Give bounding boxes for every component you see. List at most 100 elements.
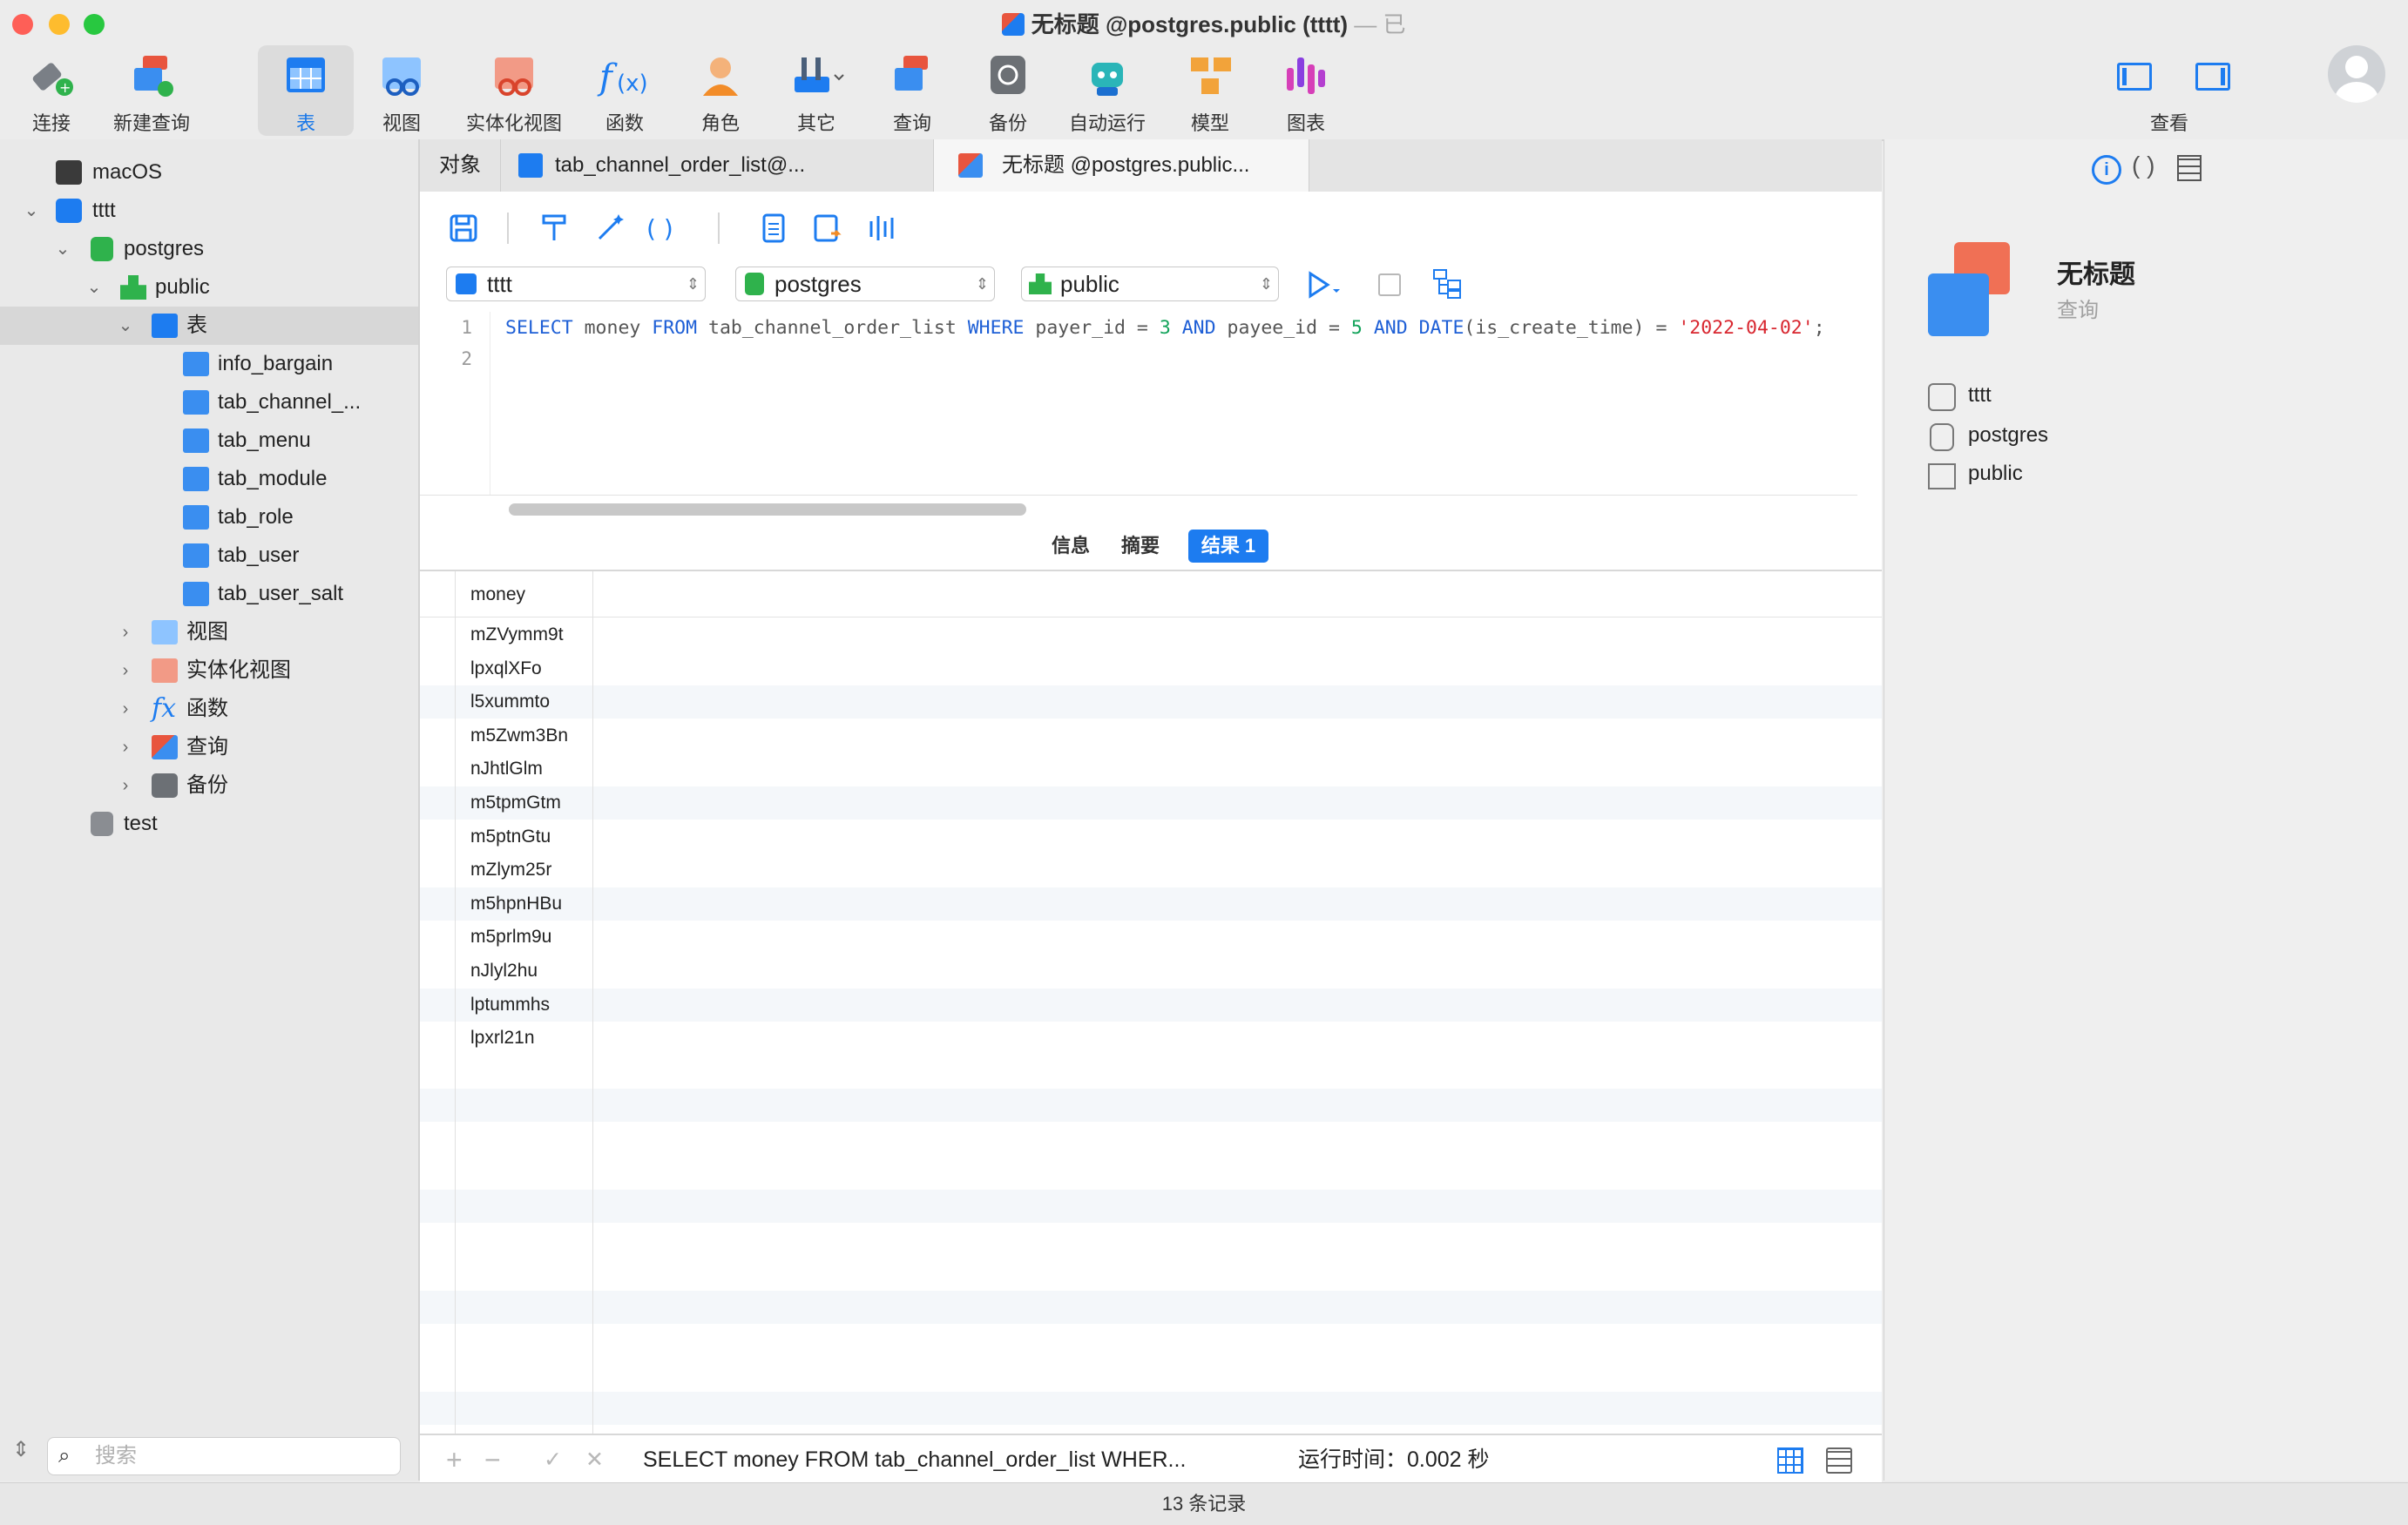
magic-wand-icon[interactable] bbox=[592, 211, 627, 246]
discard-changes-icon[interactable]: ✕ bbox=[585, 1435, 604, 1484]
table-cell-money[interactable]: lpxrl21n bbox=[470, 1022, 535, 1055]
format-brush-icon[interactable] bbox=[537, 211, 572, 246]
table-cell-money[interactable]: m5Zwm3Bn bbox=[470, 719, 568, 752]
stop-query-button[interactable] bbox=[1378, 273, 1401, 296]
table-row[interactable]: mZVymm9t bbox=[420, 618, 1882, 651]
chevron-down-icon[interactable]: ⌄ bbox=[82, 268, 106, 307]
grid-view-icon[interactable] bbox=[1777, 1447, 1803, 1474]
table-row[interactable]: lpxrl21n bbox=[420, 1022, 1882, 1055]
ddl-icon[interactable]: ( ) bbox=[2132, 152, 2154, 179]
table-row[interactable]: m5tpmGtm bbox=[420, 786, 1882, 820]
chevron-right-icon[interactable]: › bbox=[113, 690, 138, 728]
sql-code-editor[interactable]: 1 2 SELECT money FROM tab_channel_order_… bbox=[420, 312, 1857, 496]
toolbar-new-query-button[interactable]: 新建查询 bbox=[103, 45, 200, 136]
tree-item-table[interactable]: tab_user_salt bbox=[0, 575, 418, 613]
tree-item-table[interactable]: info_bargain bbox=[0, 345, 418, 383]
tree-item-test[interactable]: test bbox=[0, 805, 418, 843]
tab-objects[interactable]: 对象 bbox=[420, 139, 501, 192]
table-cell-money[interactable]: lptummhs bbox=[470, 989, 550, 1022]
tab-summary[interactable]: 摘要 bbox=[1117, 530, 1164, 563]
table-cell-money[interactable]: m5tpmGtm bbox=[470, 786, 561, 820]
tree-item-functions[interactable]: › fx 函数 bbox=[0, 690, 418, 728]
toolbar-model-button[interactable]: 模型 bbox=[1162, 45, 1258, 136]
tree-item-table[interactable]: tab_role bbox=[0, 498, 418, 536]
database-select[interactable]: postgres ⇕ bbox=[735, 267, 995, 301]
tree-item-tables[interactable]: ⌄ 表 bbox=[0, 307, 418, 345]
user-avatar[interactable] bbox=[2328, 45, 2385, 103]
table-cell-money[interactable]: mZVymm9t bbox=[470, 618, 564, 651]
tree-item-table[interactable]: tab_menu bbox=[0, 422, 418, 460]
explain-plan-icon[interactable] bbox=[1432, 268, 1464, 300]
table-cell-money[interactable]: l5xummto bbox=[470, 685, 550, 719]
info-icon[interactable]: i bbox=[2092, 155, 2121, 185]
table-row[interactable]: l5xummto bbox=[420, 685, 1882, 719]
tab-result-1[interactable]: 结果 1 bbox=[1188, 530, 1268, 563]
tree-item-tttt[interactable]: ⌄ tttt bbox=[0, 192, 418, 230]
toolbar-materialized-view-button[interactable]: 实体化视图 bbox=[462, 45, 566, 136]
chevron-down-icon[interactable]: ⌄ bbox=[113, 307, 138, 345]
filter-toggle-icon[interactable]: ⇕ bbox=[12, 1437, 30, 1462]
tree-item-table[interactable]: tab_channel_... bbox=[0, 383, 418, 422]
toolbar-other-button[interactable]: 其它 bbox=[768, 45, 864, 136]
parentheses-icon[interactable]: ( ) bbox=[643, 211, 678, 246]
column-header-money[interactable]: money bbox=[470, 578, 525, 611]
schema-select[interactable]: public ⇕ bbox=[1021, 267, 1279, 301]
table-cell-money[interactable]: m5ptnGtu bbox=[470, 820, 551, 854]
table-cell-money[interactable]: mZlym25r bbox=[470, 854, 551, 887]
table-row[interactable]: m5hpnHBu bbox=[420, 887, 1882, 921]
toggle-right-pane-icon[interactable] bbox=[2195, 63, 2230, 91]
chevron-right-icon[interactable]: › bbox=[113, 651, 138, 690]
editor-horizontal-scrollbar[interactable] bbox=[509, 503, 1026, 516]
table-row[interactable]: m5ptnGtu bbox=[420, 820, 1882, 854]
table-row[interactable]: lpxqlXFo bbox=[420, 652, 1882, 685]
toolbar-role-button[interactable]: 角色 bbox=[673, 45, 768, 136]
tree-item-public[interactable]: ⌄ public bbox=[0, 268, 418, 307]
table-cell-money[interactable]: m5prlm9u bbox=[470, 921, 551, 954]
toolbar-connect-button[interactable]: + 连接 bbox=[3, 45, 99, 136]
explain-chart-icon[interactable] bbox=[864, 211, 899, 246]
chevron-right-icon[interactable]: › bbox=[113, 766, 138, 805]
toolbar-query-button[interactable]: 查询 bbox=[864, 45, 960, 136]
table-cell-money[interactable]: nJlyl2hu bbox=[470, 955, 538, 988]
table-cell-money[interactable]: m5hpnHBu bbox=[470, 887, 562, 921]
table-row[interactable]: mZlym25r bbox=[420, 854, 1882, 887]
toolbar-backup-button[interactable]: 备份 bbox=[960, 45, 1056, 136]
table-row[interactable]: m5Zwm3Bn bbox=[420, 719, 1882, 752]
tree-item-postgres[interactable]: ⌄ postgres bbox=[0, 230, 418, 268]
toggle-left-pane-icon[interactable] bbox=[2117, 63, 2152, 91]
tree-item-queries[interactable]: › 查询 bbox=[0, 728, 418, 766]
tree-item-backups[interactable]: › 备份 bbox=[0, 766, 418, 805]
toolbar-table-button[interactable]: 表 bbox=[258, 45, 354, 136]
tree-item-materialized-views[interactable]: › 实体化视图 bbox=[0, 651, 418, 690]
tree-item-views[interactable]: › 视图 bbox=[0, 613, 418, 651]
chevron-right-icon[interactable]: › bbox=[113, 728, 138, 766]
apply-changes-icon[interactable]: ✓ bbox=[544, 1435, 562, 1484]
tab-info[interactable]: 信息 bbox=[1047, 530, 1094, 563]
table-cell-money[interactable]: lpxqlXFo bbox=[470, 652, 542, 685]
chevron-down-icon[interactable]: ⌄ bbox=[51, 230, 75, 268]
document-icon[interactable] bbox=[756, 211, 791, 246]
columns-icon[interactable] bbox=[2177, 155, 2202, 181]
tree-item-table[interactable]: tab_module bbox=[0, 460, 418, 498]
tree-item-macos[interactable]: macOS bbox=[0, 153, 418, 192]
chevron-right-icon[interactable]: › bbox=[113, 613, 138, 651]
table-row[interactable]: nJlyl2hu bbox=[420, 955, 1882, 988]
table-row[interactable]: nJhtlGlm bbox=[420, 752, 1882, 786]
toolbar-function-button[interactable]: f (x) 函数 bbox=[577, 45, 673, 136]
toolbar-automation-button[interactable]: 自动运行 bbox=[1059, 45, 1155, 136]
connection-select[interactable]: tttt ⇕ bbox=[446, 267, 706, 301]
toolbar-chart-button[interactable]: 图表 bbox=[1258, 45, 1354, 136]
sidebar-search-input[interactable]: ⌕ 搜索 bbox=[47, 1437, 401, 1475]
add-row-icon[interactable]: + bbox=[446, 1435, 463, 1484]
form-view-icon[interactable] bbox=[1826, 1447, 1852, 1474]
run-query-icon[interactable] bbox=[1305, 270, 1345, 300]
save-icon[interactable] bbox=[446, 211, 481, 246]
toolbar-view-button[interactable]: 视图 bbox=[354, 45, 450, 136]
tab-untitled-query[interactable]: 无标题 @postgres.public... bbox=[934, 139, 1309, 192]
tab-table-design[interactable]: tab_channel_order_list@... bbox=[501, 139, 934, 192]
remove-row-icon[interactable]: − bbox=[484, 1435, 501, 1484]
export-result-icon[interactable] bbox=[810, 211, 845, 246]
table-row[interactable]: lptummhs bbox=[420, 988, 1882, 1022]
tree-item-table[interactable]: tab_user bbox=[0, 536, 418, 575]
table-row[interactable]: m5prlm9u bbox=[420, 921, 1882, 954]
